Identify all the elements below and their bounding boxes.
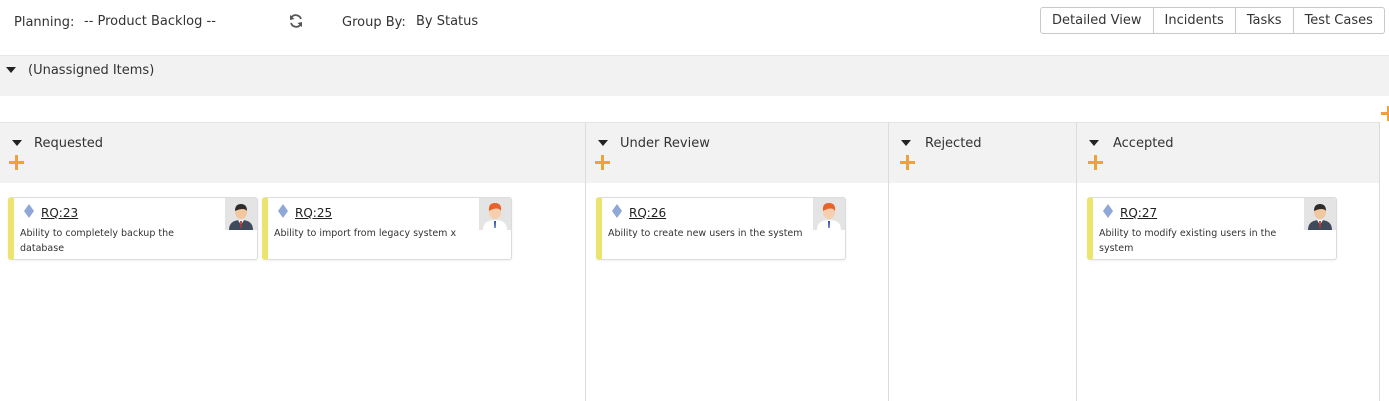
- requirement-description: Ability to modify existing users in the …: [1099, 228, 1277, 254]
- requirement-id-link[interactable]: RQ:26: [629, 206, 666, 220]
- requirement-card[interactable]: RQ:26 Ability to create new users in the…: [596, 197, 846, 260]
- tasks-button[interactable]: Tasks: [1236, 8, 1294, 33]
- requirement-diamond-icon: [278, 204, 288, 218]
- view-button-group: Detailed View Incidents Tasks Test Cases: [1040, 7, 1385, 34]
- column-under-review: Under Review RQ:26 Ability to create new…: [586, 122, 889, 401]
- collapse-caret-icon[interactable]: [598, 140, 608, 146]
- incidents-button[interactable]: Incidents: [1154, 8, 1236, 33]
- column-requested: Requested RQ:23 Ability to completely ba…: [0, 122, 586, 401]
- collapse-caret-icon[interactable]: [6, 67, 16, 73]
- requirement-diamond-icon: [1103, 204, 1113, 218]
- detailed-view-button[interactable]: Detailed View: [1041, 8, 1154, 33]
- column-header: Under Review: [586, 122, 888, 183]
- owner-avatar-icon: [479, 198, 511, 230]
- collapse-caret-icon[interactable]: [901, 140, 911, 146]
- test-cases-button[interactable]: Test Cases: [1294, 8, 1384, 33]
- add-card-plus-icon[interactable]: [595, 155, 610, 170]
- toolbar: Planning: -- Product Backlog -- Group By…: [0, 0, 1389, 55]
- add-item-plus-icon[interactable]: [1381, 106, 1389, 121]
- group-by-select[interactable]: By Status: [416, 14, 478, 29]
- add-card-plus-icon[interactable]: [900, 155, 915, 170]
- requirement-diamond-icon: [24, 204, 34, 218]
- collapse-caret-icon[interactable]: [12, 140, 22, 146]
- column-title: Requested: [34, 136, 104, 151]
- owner-avatar-icon: [1304, 198, 1336, 230]
- requirement-diamond-icon: [612, 204, 622, 218]
- planning-label: Planning:: [14, 15, 75, 30]
- owner-avatar-icon: [813, 198, 845, 230]
- column-title: Under Review: [620, 136, 710, 151]
- planning-select[interactable]: -- Product Backlog --: [84, 14, 216, 29]
- collapse-caret-icon[interactable]: [1089, 140, 1099, 146]
- requirement-description: Ability to import from legacy system x: [274, 228, 457, 239]
- kanban-board: Requested RQ:23 Ability to completely ba…: [0, 122, 1389, 401]
- add-card-plus-icon[interactable]: [1088, 155, 1103, 170]
- column-accepted: Accepted RQ:27 Ability to modify existin…: [1077, 122, 1380, 401]
- column-title: Rejected: [925, 136, 982, 151]
- column-header: Requested: [0, 122, 585, 183]
- owner-avatar-icon: [225, 198, 257, 230]
- requirement-description: Ability to create new users in the syste…: [608, 228, 803, 239]
- requirement-id-link[interactable]: RQ:23: [41, 206, 78, 220]
- requirement-description: Ability to completely backup the databas…: [20, 228, 174, 254]
- column-rejected: Rejected: [889, 122, 1077, 401]
- requirement-card[interactable]: RQ:27 Ability to modify existing users i…: [1087, 197, 1337, 260]
- requirement-card[interactable]: RQ:25 Ability to import from legacy syst…: [262, 197, 512, 260]
- unassigned-items-label: (Unassigned Items): [28, 63, 155, 78]
- column-header: Accepted: [1077, 122, 1379, 183]
- add-card-plus-icon[interactable]: [9, 155, 24, 170]
- group-by-label: Group By:: [342, 15, 406, 30]
- unassigned-items-row: (Unassigned Items): [0, 55, 1389, 96]
- refresh-icon[interactable]: [288, 13, 304, 29]
- requirement-card[interactable]: RQ:23 Ability to completely backup the d…: [8, 197, 258, 260]
- column-header: Rejected: [889, 122, 1076, 183]
- column-title: Accepted: [1113, 136, 1174, 151]
- requirement-id-link[interactable]: RQ:25: [295, 206, 332, 220]
- requirement-id-link[interactable]: RQ:27: [1120, 206, 1157, 220]
